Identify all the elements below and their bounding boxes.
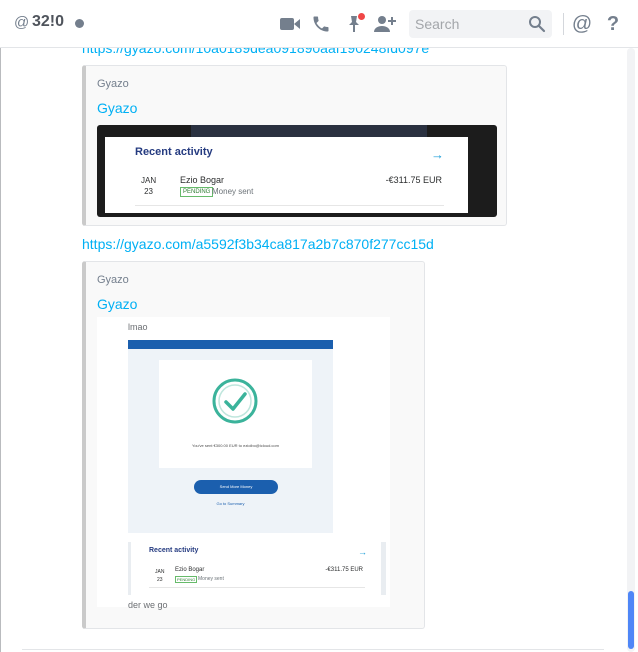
pane-border xyxy=(0,48,1,652)
divider xyxy=(149,587,365,588)
mentions-icon[interactable]: @ xyxy=(570,12,594,36)
screenshot-nav-bar xyxy=(128,340,333,349)
go-to-summary-link: Go to Summary xyxy=(216,501,245,506)
help-icon[interactable]: ? xyxy=(601,12,625,36)
composer-divider xyxy=(22,649,604,650)
video-call-icon[interactable] xyxy=(278,12,302,36)
arrow-right-icon: → xyxy=(358,547,367,557)
pending-badge: PENDING xyxy=(175,576,198,583)
search-icon[interactable] xyxy=(528,15,546,38)
sent-message: You've sent €300.00 EUR to ezioibo@iclou… xyxy=(192,443,279,448)
scrollbar-thumb[interactable] xyxy=(628,591,634,649)
recent-activity-card: Recent activity → JAN 23 Ezio Bogar PEND… xyxy=(105,137,468,213)
image-caption: lmao xyxy=(128,322,148,332)
image-caption: der we go xyxy=(128,600,168,610)
transaction-name: Ezio Bogar xyxy=(175,567,205,573)
arrow-right-icon: → xyxy=(431,147,444,162)
embed-provider[interactable]: Gyazo xyxy=(97,274,129,286)
notification-badge xyxy=(358,13,365,20)
recent-activity-heading: Recent activity xyxy=(149,547,199,554)
link-embed: Gyazo Gyazo lmao You've sent €300.00 EUR… xyxy=(82,261,425,629)
pinned-messages-icon[interactable] xyxy=(342,12,366,36)
divider xyxy=(135,205,444,206)
embed-provider[interactable]: Gyazo xyxy=(97,78,129,90)
transaction-status: Money sent xyxy=(212,187,254,196)
payment-confirmation-screen: You've sent €300.00 EUR to ezioibo@iclou… xyxy=(128,340,333,533)
channel-header: @ 32!0 @ ? xyxy=(0,0,638,48)
confirmation-panel: You've sent €300.00 EUR to ezioibo@iclou… xyxy=(159,360,312,468)
transaction-date: JAN 23 xyxy=(155,569,165,583)
pending-badge: PENDING xyxy=(180,187,214,197)
transaction-name: Ezio Bogar xyxy=(180,175,225,185)
embed-title[interactable]: Gyazo xyxy=(97,100,137,116)
send-more-money-button: Send More Money xyxy=(194,480,278,494)
link-embed: Gyazo Gyazo Recent activity → JAN 23 Ezi… xyxy=(82,65,507,226)
at-symbol: @ xyxy=(14,14,30,31)
header-divider xyxy=(563,13,564,35)
screenshot-header-strip xyxy=(191,125,427,137)
add-friend-icon[interactable] xyxy=(373,12,397,36)
search-input[interactable] xyxy=(415,14,525,34)
recent-activity-card: Recent activity → JAN 23 Ezio Bogar PEND… xyxy=(128,542,386,595)
embed-title[interactable]: Gyazo xyxy=(97,296,137,312)
transaction-date: JAN 23 xyxy=(141,176,157,196)
embed-image[interactable]: Recent activity → JAN 23 Ezio Bogar PEND… xyxy=(97,125,497,217)
message-link[interactable]: https://gyazo.com/a5592f3b34ca817a2b7c87… xyxy=(82,236,434,252)
transaction-amount: -€311.75 EUR xyxy=(385,175,442,185)
status-indicator xyxy=(75,19,84,28)
message-link[interactable]: https://gyazo.com/10a0189dea091890aaf190… xyxy=(82,48,429,56)
recent-activity-heading: Recent activity xyxy=(135,146,213,158)
dm-username[interactable]: 32!0 xyxy=(32,13,64,31)
success-check-icon xyxy=(210,376,260,431)
phone-call-icon[interactable] xyxy=(309,12,333,36)
message-list: https://gyazo.com/10a0189dea091890aaf190… xyxy=(0,48,638,652)
search-box[interactable] xyxy=(409,10,552,38)
transaction-status: Money sent xyxy=(198,576,224,582)
embed-image[interactable]: lmao You've sent €300.00 EUR to ezioibo@… xyxy=(97,317,390,610)
transaction-amount: -€311.75 EUR xyxy=(325,567,363,573)
scrollbar-track[interactable] xyxy=(627,48,635,652)
